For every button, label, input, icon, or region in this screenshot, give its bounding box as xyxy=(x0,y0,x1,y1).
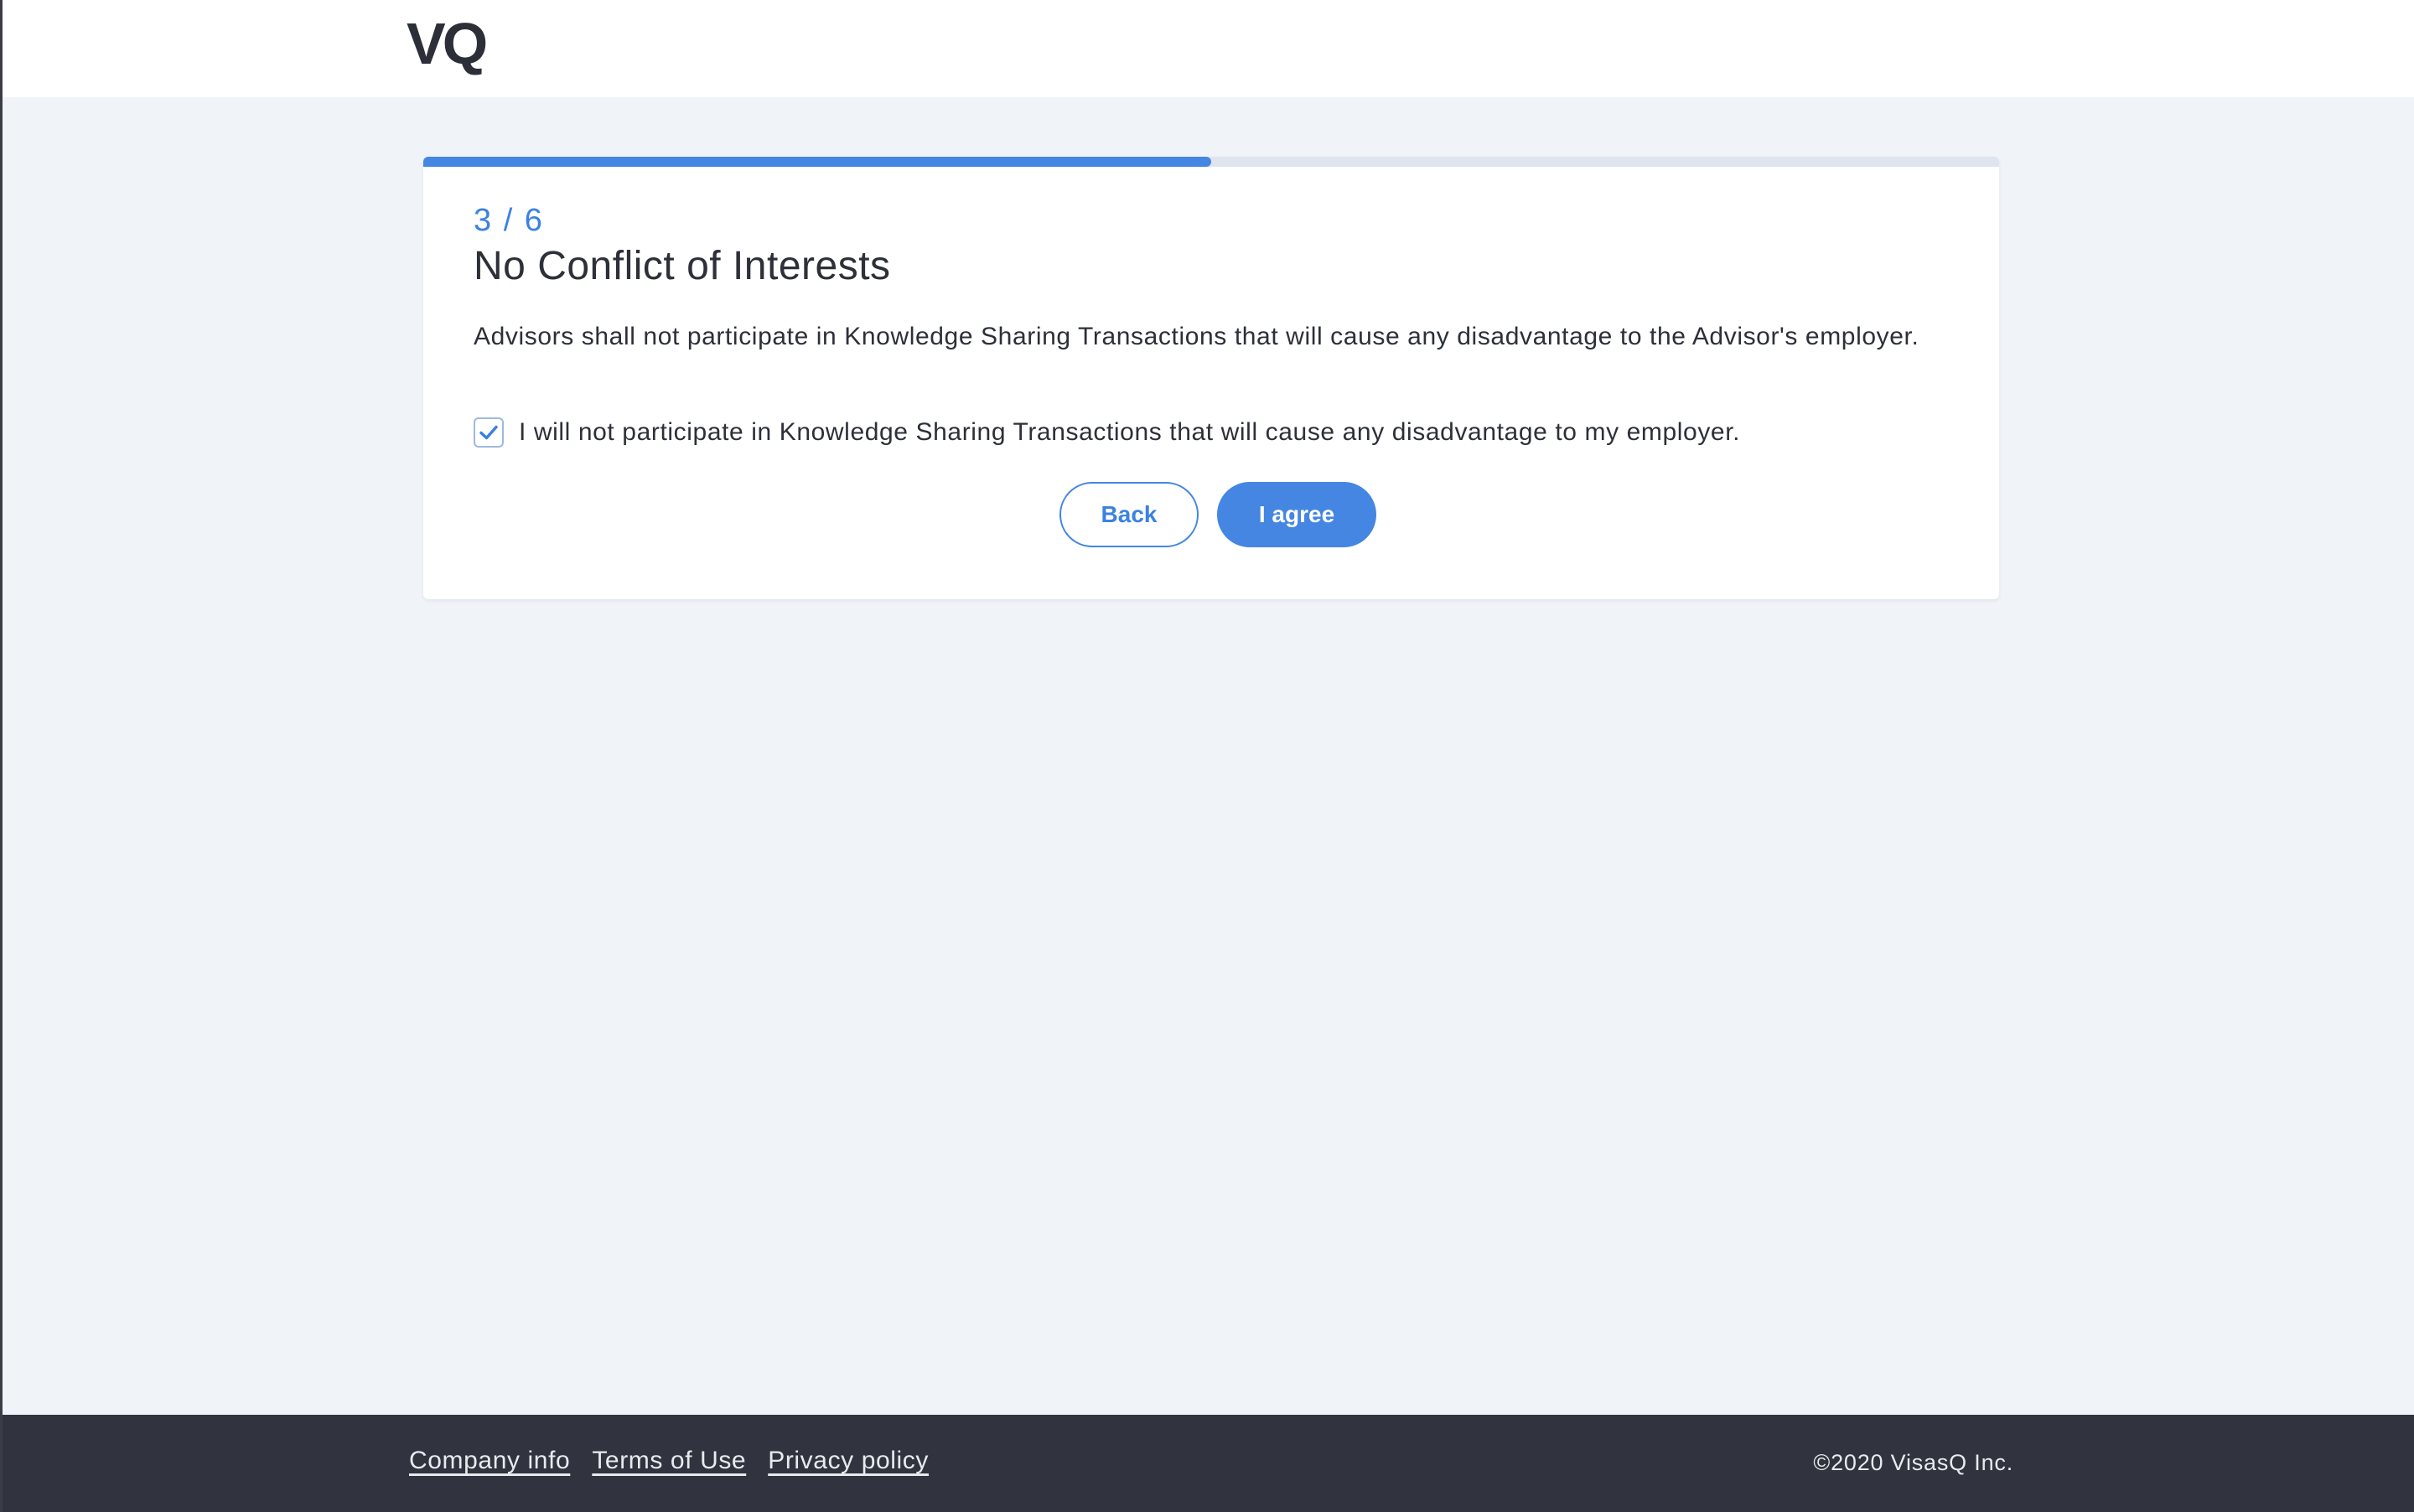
step-indicator: 3 / 6 xyxy=(474,203,544,238)
header: VQ xyxy=(3,0,2414,97)
terms-of-use-link[interactable]: Terms of Use xyxy=(592,1447,746,1475)
footer-links: Company info Terms of Use Privacy policy xyxy=(409,1447,929,1475)
company-info-link[interactable]: Company info xyxy=(409,1447,570,1475)
checkmark-icon xyxy=(479,425,498,440)
footer: Company info Terms of Use Privacy policy… xyxy=(3,1415,2414,1512)
progress-bar-fill xyxy=(423,157,1211,167)
agreement-checkbox-label[interactable]: I will not participate in Knowledge Shar… xyxy=(519,418,1740,447)
copyright-text: ©2020 VisasQ Inc. xyxy=(1813,1450,2013,1475)
agree-button[interactable]: I agree xyxy=(1217,482,1376,547)
button-group: Back I agree xyxy=(423,482,1999,547)
privacy-policy-link[interactable]: Privacy policy xyxy=(768,1447,929,1475)
logo[interactable]: VQ xyxy=(407,10,488,77)
agreement-checkbox[interactable] xyxy=(474,417,504,448)
page: VQ 3 / 6 No Conflict of Interests Adviso… xyxy=(0,0,2414,1512)
agreement-checkbox-row[interactable]: I will not participate in Knowledge Shar… xyxy=(474,414,1740,451)
description-text: Advisors shall not participate in Knowle… xyxy=(474,323,1919,350)
page-title: No Conflict of Interests xyxy=(474,244,891,288)
consent-card: 3 / 6 No Conflict of Interests Advisors … xyxy=(423,157,1999,599)
back-button[interactable]: Back xyxy=(1059,482,1199,547)
progress-bar xyxy=(423,157,1999,167)
